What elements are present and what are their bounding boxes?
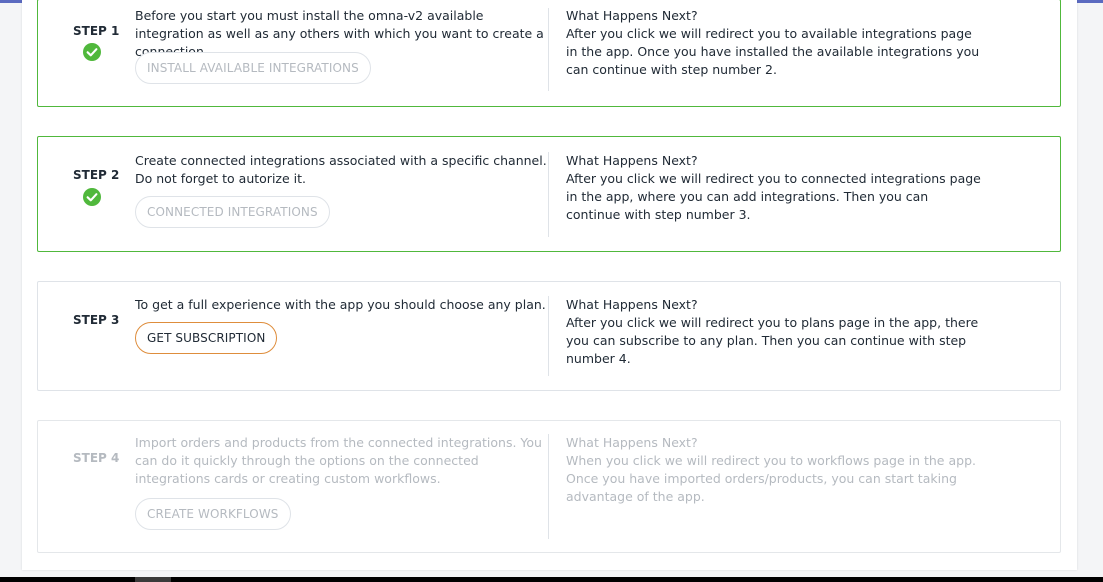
divider — [548, 152, 549, 237]
next-heading: What Happens Next? — [566, 297, 698, 312]
what-happens-next: What Happens Next? When you click we wil… — [566, 434, 986, 506]
next-text: After you click we will redirect you to … — [566, 171, 981, 222]
checkmark-icon — [83, 188, 101, 206]
bottom-bar — [0, 577, 1103, 582]
step-card-3: STEP 3 To get a full experience with the… — [37, 281, 1061, 391]
divider — [548, 296, 549, 376]
step-label: STEP 4 — [73, 451, 120, 465]
step-label: STEP 3 — [73, 313, 120, 327]
step-label: STEP 2 — [73, 168, 120, 182]
step-description: Create connected integrations associated… — [135, 153, 547, 186]
connected-integrations-button[interactable]: CONNECTED INTEGRATIONS — [135, 196, 330, 228]
next-text: After you click we will redirect you to … — [566, 315, 979, 366]
divider — [548, 8, 549, 91]
step-description: To get a full experience with the app yo… — [135, 297, 546, 312]
next-heading: What Happens Next? — [566, 435, 698, 450]
divider — [548, 434, 549, 539]
what-happens-next: What Happens Next? After you click we wi… — [566, 152, 986, 224]
what-happens-next: What Happens Next? After you click we wi… — [566, 7, 986, 79]
get-subscription-button[interactable]: GET SUBSCRIPTION — [135, 322, 278, 354]
what-happens-next: What Happens Next? After you click we wi… — [566, 296, 986, 368]
scroll-handle[interactable] — [135, 577, 171, 582]
next-text: After you click we will redirect you to … — [566, 26, 980, 77]
step-description: Import orders and products from the conn… — [135, 435, 542, 486]
next-heading: What Happens Next? — [566, 8, 698, 23]
install-available-integrations-button[interactable]: INSTALL AVAILABLE INTEGRATIONS — [135, 52, 371, 84]
next-heading: What Happens Next? — [566, 153, 698, 168]
next-text: When you click we will redirect you to w… — [566, 453, 976, 504]
step-card-1: STEP 1 Before you start you must install… — [37, 0, 1061, 107]
checkmark-icon — [83, 43, 101, 61]
create-workflows-button[interactable]: CREATE WORKFLOWS — [135, 498, 291, 530]
step-card-2: STEP 2 Create connected integrations ass… — [37, 136, 1061, 252]
step-label: STEP 1 — [73, 24, 120, 38]
step-card-4: STEP 4 Import orders and products from t… — [37, 420, 1061, 553]
